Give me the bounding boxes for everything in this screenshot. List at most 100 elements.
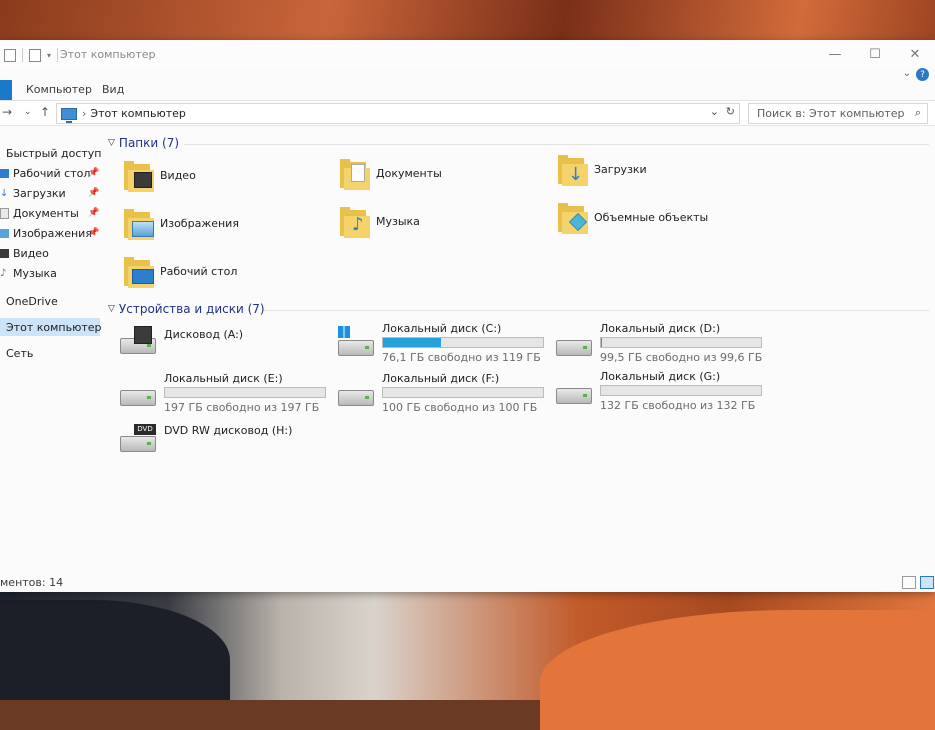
desktop-folder-icon xyxy=(124,254,154,288)
window-title: Этот компьютер xyxy=(60,48,156,61)
downloads-folder-icon: ↓ xyxy=(558,152,588,186)
tab-view[interactable]: Вид xyxy=(102,83,124,96)
pin-icon[interactable]: 📌 xyxy=(88,228,99,238)
folder-documents[interactable]: Документы xyxy=(340,156,442,190)
folder-music[interactable]: ♪ Музыка xyxy=(340,204,420,238)
properties-icon[interactable] xyxy=(4,49,16,62)
address-dropdown-icon[interactable]: ⌄ xyxy=(710,105,719,118)
pin-icon[interactable]: 📌 xyxy=(88,208,99,218)
nav-label: Загрузки xyxy=(13,187,66,200)
nav-item-pictures[interactable]: Изображения 📌 xyxy=(0,224,92,242)
nav-label: OneDrive xyxy=(6,295,58,308)
nav-item-music[interactable]: ♪ Музыка xyxy=(0,264,57,282)
drive-usage-fill xyxy=(383,338,441,347)
up-arrow-icon[interactable]: ↑ xyxy=(40,105,50,119)
forward-arrow-icon[interactable]: → xyxy=(2,105,12,119)
navigation-row: → ⌄ ↑ › Этот компьютер ⌄ ↻ Поиск в: Этот… xyxy=(0,101,935,126)
nav-item-network[interactable]: Сеть xyxy=(0,344,33,362)
drive-free-space: 100 ГБ свободно из 100 ГБ xyxy=(382,401,537,414)
section-title: Папки (7) xyxy=(119,136,179,150)
item-count: ментов: 14 xyxy=(0,576,63,589)
folder-label: Видео xyxy=(160,169,196,182)
recent-locations-chevron-icon[interactable]: ⌄ xyxy=(24,107,32,117)
folders-section-header[interactable]: ▽ Папки (7) xyxy=(108,136,179,150)
drive-label: Локальный диск (G:) xyxy=(600,370,720,383)
hard-drive-icon xyxy=(556,330,592,356)
hard-drive-icon xyxy=(120,380,156,406)
section-divider xyxy=(184,144,929,145)
drive-usage-bar xyxy=(382,387,544,398)
drive-d[interactable]: Локальный диск (D:) 99,5 ГБ свободно из … xyxy=(556,322,776,364)
minimize-button[interactable]: — xyxy=(815,40,855,68)
pin-icon[interactable]: 📌 xyxy=(88,188,99,198)
drive-a[interactable]: Дисковод (A:) xyxy=(120,328,330,368)
breadcrumb-this-pc[interactable]: Этот компьютер xyxy=(90,107,186,120)
navigation-pane: Быстрый доступ Рабочий стол 📌 ↓ Загрузки… xyxy=(0,138,102,558)
refresh-icon[interactable]: ↻ xyxy=(726,105,735,118)
close-button[interactable]: ✕ xyxy=(895,40,935,68)
search-icon[interactable]: ⌕ xyxy=(915,106,921,120)
search-placeholder: Поиск в: Этот компьютер xyxy=(757,107,905,120)
nav-label: Изображения xyxy=(13,227,92,240)
section-divider xyxy=(264,310,929,311)
breadcrumb-separator-icon[interactable]: › xyxy=(82,107,86,120)
folder-video[interactable]: Видео xyxy=(124,158,196,192)
nav-label: Видео xyxy=(13,247,49,260)
nav-item-quick-access[interactable]: Быстрый доступ xyxy=(0,144,102,162)
folder-downloads[interactable]: ↓ Загрузки xyxy=(558,152,647,186)
drive-label: Локальный диск (E:) xyxy=(164,372,283,385)
nav-item-desktop[interactable]: Рабочий стол 📌 xyxy=(0,164,90,182)
nav-item-onedrive[interactable]: OneDrive xyxy=(0,292,58,310)
drive-g[interactable]: Локальный диск (G:) 132 ГБ свободно из 1… xyxy=(556,370,776,412)
maximize-button[interactable]: ☐ xyxy=(855,40,895,68)
drive-e[interactable]: Локальный диск (E:) 197 ГБ свободно из 1… xyxy=(120,372,330,414)
help-icon[interactable]: ? xyxy=(916,68,929,81)
search-input[interactable]: Поиск в: Этот компьютер ⌕ xyxy=(748,103,928,124)
section-title: Устройства и диски (7) xyxy=(119,302,265,316)
quick-access-toolbar: ▾ xyxy=(4,48,58,62)
address-bar[interactable]: › Этот компьютер ⌄ ↻ xyxy=(56,103,740,124)
nav-item-this-pc[interactable]: Этот компьютер xyxy=(0,318,100,336)
folder-pictures[interactable]: Изображения xyxy=(124,206,239,240)
pictures-icon xyxy=(0,229,9,238)
nav-item-documents[interactable]: Документы 📌 xyxy=(0,204,79,222)
drive-label: Локальный диск (C:) xyxy=(382,322,501,335)
chevron-down-icon[interactable]: ▽ xyxy=(108,138,115,148)
hard-drive-icon xyxy=(338,380,374,406)
chevron-down-icon[interactable]: ⌄ xyxy=(903,68,911,79)
drive-free-space: 76,1 ГБ свободно из 119 ГБ xyxy=(382,351,541,364)
drive-free-space: 197 ГБ свободно из 197 ГБ xyxy=(164,401,319,414)
drive-h[interactable]: DVD DVD RW дисковод (H:) xyxy=(120,424,330,464)
title-bar: ▾ Этот компьютер — ☐ ✕ xyxy=(0,40,935,68)
drive-label: Локальный диск (F:) xyxy=(382,372,499,385)
computer-icon xyxy=(61,108,77,120)
desktop-icon xyxy=(0,169,9,178)
documents-folder-icon xyxy=(340,156,370,190)
pin-icon[interactable]: 📌 xyxy=(88,168,99,178)
nav-item-video[interactable]: Видео xyxy=(0,244,49,262)
large-icons-view-icon[interactable] xyxy=(920,576,934,589)
3d-objects-folder-icon xyxy=(558,200,588,234)
drive-f[interactable]: Локальный диск (F:) 100 ГБ свободно из 1… xyxy=(338,372,548,414)
folder-3d-objects[interactable]: Объемные объекты xyxy=(558,200,708,234)
tab-file[interactable] xyxy=(0,80,12,100)
details-view-icon[interactable] xyxy=(902,576,916,589)
nav-label: Музыка xyxy=(13,267,57,280)
chevron-down-icon[interactable]: ▽ xyxy=(108,304,115,314)
ribbon-tabs: Компьютер Вид ⌄ ? xyxy=(0,80,935,101)
new-folder-icon[interactable] xyxy=(29,49,41,62)
chevron-down-icon[interactable]: ▾ xyxy=(47,51,51,60)
tab-computer[interactable]: Компьютер xyxy=(26,83,92,96)
drive-free-space: 132 ГБ свободно из 132 ГБ xyxy=(600,399,755,412)
drive-usage-bar xyxy=(600,337,762,348)
folder-desktop[interactable]: Рабочий стол xyxy=(124,254,237,288)
drive-c[interactable]: Локальный диск (C:) 76,1 ГБ свободно из … xyxy=(338,322,548,364)
folder-label: Объемные объекты xyxy=(594,211,708,224)
nav-label: Этот компьютер xyxy=(6,321,102,334)
drives-section-header[interactable]: ▽ Устройства и диски (7) xyxy=(108,302,265,316)
nav-item-downloads[interactable]: ↓ Загрузки 📌 xyxy=(0,184,66,202)
drive-free-space: 99,5 ГБ свободно из 99,6 ГБ xyxy=(600,351,762,364)
floppy-drive-icon xyxy=(120,328,156,354)
folder-label: Изображения xyxy=(160,217,239,230)
drive-label: DVD RW дисковод (H:) xyxy=(164,424,292,437)
